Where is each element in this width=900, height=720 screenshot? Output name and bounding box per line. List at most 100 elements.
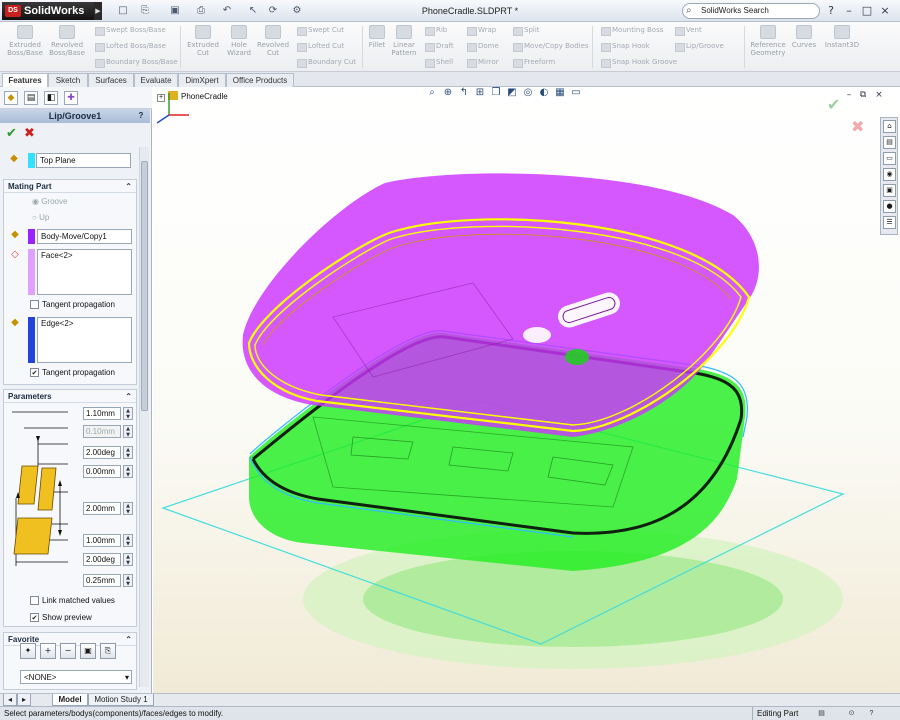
link-matched-values-checkbox[interactable] — [30, 596, 39, 605]
dimxpert-manager-icon[interactable]: ✚ — [64, 91, 78, 105]
zoom-to-area-icon[interactable]: ⊕ — [441, 87, 455, 99]
view-palette-icon[interactable]: ▣ — [883, 184, 896, 197]
draft-button[interactable]: Draft — [424, 40, 454, 53]
plane-selection-field[interactable]: Top Plane — [36, 153, 131, 168]
extruded-cut-button[interactable]: Extruded Cut — [184, 24, 222, 70]
groove-depth-input[interactable]: 2.00mm — [83, 502, 121, 515]
appearances-icon[interactable]: ● — [883, 200, 896, 213]
feature-manager-icon[interactable]: ◆ — [4, 91, 18, 105]
zoom-to-fit-icon[interactable]: ⌕ — [425, 87, 439, 99]
close-button[interactable]: × — [878, 4, 892, 18]
graphics-viewport[interactable]: + PhoneCradle ⌕ ⊕ ↰ ⊞ ❒ ◩ ◎ ◐ ▦ ▭ – ⧉ × ✔… — [153, 87, 900, 693]
units-icon[interactable]: ⊙ — [846, 708, 857, 719]
curves-button[interactable]: Curves — [788, 24, 820, 70]
tab-evaluate[interactable]: Evaluate — [134, 73, 178, 87]
tab-office-products[interactable]: Office Products — [226, 73, 294, 87]
shell-button[interactable]: Shell — [424, 56, 453, 69]
options-icon[interactable]: ⚙ — [290, 4, 304, 18]
groove-width-input[interactable]: 1.00mm — [83, 534, 121, 547]
spin-arrows[interactable]: ▲ ▼ — [123, 553, 133, 566]
lip-groove-button[interactable]: Lip/Groove — [674, 40, 724, 53]
spin-arrows[interactable]: ▲ ▼ — [123, 465, 133, 478]
boundary-boss-button[interactable]: Boundary Boss/Base — [94, 56, 178, 69]
section-view-icon[interactable]: ⊞ — [473, 87, 487, 99]
delete-favorite-icon[interactable]: − — [60, 643, 76, 659]
help-icon[interactable]: ? — [136, 110, 146, 121]
swept-boss-button[interactable]: Swept Boss/Base — [94, 24, 166, 37]
apply-scene-icon[interactable]: ▦ — [553, 87, 567, 99]
dome-button[interactable]: Dome — [466, 40, 499, 53]
tab-dimxpert[interactable]: DimXpert — [178, 73, 226, 87]
close-view-icon[interactable]: × — [873, 89, 885, 101]
select-pointer-icon[interactable]: ↖ — [246, 4, 260, 18]
display-style-icon[interactable]: ◩ — [505, 87, 519, 99]
restore-view-icon[interactable]: ⧉ — [857, 89, 869, 101]
previous-view-icon[interactable]: ↰ — [457, 87, 471, 99]
lip-gap-input[interactable]: 0.00mm — [83, 465, 121, 478]
spin-arrows[interactable]: ▲ ▼ — [123, 502, 133, 515]
show-preview-checkbox[interactable]: ✔ — [30, 613, 39, 622]
spin-arrows[interactable]: ▲ ▼ — [123, 534, 133, 547]
extruded-boss-button[interactable]: Extruded Boss/Base — [6, 24, 44, 70]
lofted-boss-button[interactable]: Lofted Boss/Base — [94, 40, 166, 53]
panel-scrollbar[interactable] — [139, 147, 149, 687]
minimize-view-icon[interactable]: – — [843, 89, 855, 101]
view-orientation-icon[interactable]: ❒ — [489, 87, 503, 99]
groove-radio[interactable]: ◉ Groove — [32, 197, 67, 207]
groove-draft-angle-input[interactable]: 2.00deg — [83, 553, 121, 566]
add-favorite-icon[interactable]: + — [40, 643, 56, 659]
rebuild-status-icon[interactable]: ▤ — [816, 708, 827, 719]
minimize-button[interactable]: – — [842, 4, 856, 18]
solidworks-logo[interactable]: DS SolidWorks — [2, 2, 94, 20]
quick-tips-icon[interactable]: ? — [866, 708, 877, 719]
swept-cut-button[interactable]: Swept Cut — [296, 24, 344, 37]
home-icon[interactable]: ⌂ — [883, 120, 896, 133]
lip-height-input[interactable]: 1.10mm — [83, 407, 121, 420]
menu-flyout-arrow-icon[interactable]: ▶ — [94, 2, 102, 20]
spin-arrows[interactable]: ▲ ▼ — [123, 407, 133, 420]
print-icon[interactable]: ⎙ — [194, 4, 208, 18]
hide-show-items-icon[interactable]: ◎ — [521, 87, 535, 99]
load-favorite-icon[interactable]: ⎘ — [100, 643, 116, 659]
face-selection-list[interactable]: Face<2> — [37, 249, 132, 295]
hole-wizard-button[interactable]: Hole Wizard — [220, 24, 258, 70]
cancel-button[interactable]: ✖ — [24, 127, 35, 141]
revolved-boss-button[interactable]: Revolved Boss/Base — [48, 24, 86, 70]
linear-pattern-button[interactable]: Linear Pattern — [390, 24, 418, 70]
search-input[interactable]: ⌕ SolidWorks Search — [682, 3, 820, 19]
ok-button[interactable]: ✔ — [6, 127, 17, 141]
property-manager-icon[interactable]: ▤ — [24, 91, 38, 105]
favorite-select[interactable]: <NONE> ▾ — [20, 670, 132, 684]
body-selection-field[interactable]: Body-Move/Copy1 — [37, 229, 132, 244]
apply-favorite-icon[interactable]: ✦ — [20, 643, 36, 659]
mounting-boss-button[interactable]: Mounting Boss — [600, 24, 663, 37]
tab-features[interactable]: Features — [2, 73, 48, 88]
boundary-cut-button[interactable]: Boundary Cut — [296, 56, 356, 69]
configuration-manager-icon[interactable]: ◧ — [44, 91, 58, 105]
tab-motion-study-1[interactable]: Motion Study 1 — [88, 694, 154, 706]
tab-scroll-right-icon[interactable]: ▸ — [17, 694, 31, 706]
wrap-button[interactable]: Wrap — [466, 24, 496, 37]
reference-geometry-button[interactable]: Reference Geometry — [748, 24, 788, 70]
move-copy-bodies-button[interactable]: Move/Copy Bodies — [512, 40, 589, 53]
tab-scroll-left-icon[interactable]: ◂ — [3, 694, 17, 706]
tab-model[interactable]: Model — [52, 694, 88, 706]
revolved-cut-button[interactable]: Revolved Cut — [254, 24, 292, 70]
tab-surfaces[interactable]: Surfaces — [88, 73, 134, 87]
up-radio[interactable]: ○ Up — [32, 213, 49, 223]
custom-properties-icon[interactable]: ☰ — [883, 216, 896, 229]
snap-hook-groove-button[interactable]: Snap Hook Groove — [600, 56, 677, 69]
tab-sketch[interactable]: Sketch — [48, 73, 88, 87]
maximize-button[interactable]: □ — [860, 4, 874, 18]
clearance-input[interactable]: 0.25mm — [83, 574, 121, 587]
confirmation-ok-icon[interactable]: ✔ — [827, 95, 840, 114]
save-icon[interactable]: ▣ — [168, 4, 182, 18]
lofted-cut-button[interactable]: Lofted Cut — [296, 40, 344, 53]
rib-button[interactable]: Rib — [424, 24, 447, 37]
parameters-header[interactable]: Parameters ⌃ — [4, 390, 136, 403]
spin-arrows[interactable]: ▲ ▼ — [123, 574, 133, 587]
freeform-button[interactable]: Freeform — [512, 56, 555, 69]
snap-hook-button[interactable]: Snap Hook — [600, 40, 650, 53]
design-library-icon[interactable]: ▤ — [883, 136, 896, 149]
instant3d-button[interactable]: Instant3D — [822, 24, 862, 70]
